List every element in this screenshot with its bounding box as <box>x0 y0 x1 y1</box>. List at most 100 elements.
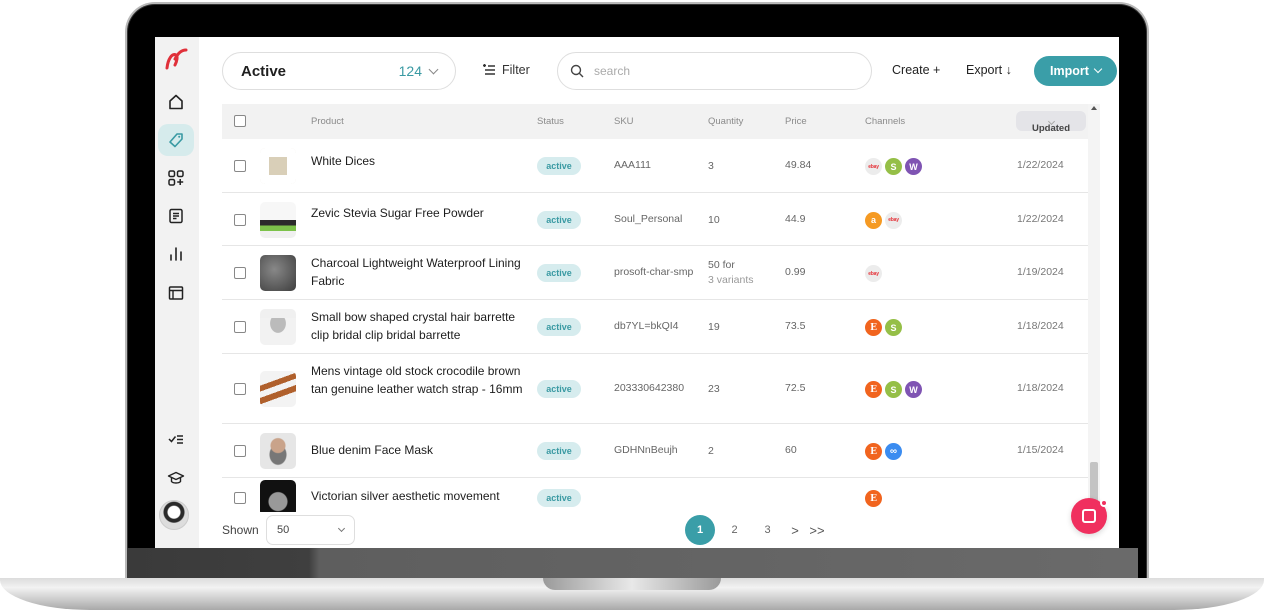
import-button[interactable]: Import <box>1034 56 1117 86</box>
column-header-sku[interactable]: SKU <box>614 116 634 127</box>
row-checkbox[interactable] <box>234 213 246 226</box>
product-name[interactable]: Mens vintage old stock crocodile brown t… <box>311 363 531 398</box>
status-badge: active <box>537 264 581 282</box>
page-2-button[interactable]: 2 <box>718 524 751 536</box>
brand-logo[interactable] <box>163 47 189 71</box>
chevron-down-icon <box>1093 64 1103 74</box>
table-row[interactable]: Small bow shaped crystal hair barrette c… <box>222 300 1088 354</box>
sidebar-item-products[interactable] <box>158 124 194 156</box>
row-checkbox[interactable] <box>234 445 246 457</box>
shopify-channel-icon[interactable]: S <box>885 381 902 398</box>
product-name[interactable]: Small bow shaped crystal hair barrette c… <box>311 309 531 344</box>
woocommerce-channel-icon[interactable]: W <box>905 381 922 398</box>
products-table: Product Status SKU Quantity Price Channe… <box>222 104 1088 512</box>
channel-list: E <box>865 490 882 507</box>
last-page-button[interactable]: >> <box>806 523 828 538</box>
sidebar-item-layout[interactable] <box>158 277 194 309</box>
shopify-channel-icon[interactable]: S <box>885 158 902 175</box>
shopify-channel-icon[interactable]: S <box>885 319 902 336</box>
product-thumbnail[interactable] <box>260 255 296 291</box>
etsy-channel-icon[interactable]: E <box>865 443 882 460</box>
create-button[interactable]: Create + <box>892 63 940 77</box>
quantity-value: 10 <box>708 213 720 228</box>
table-row[interactable]: Victorian silver aesthetic movement activ… <box>222 478 1088 512</box>
etsy-channel-icon[interactable]: E <box>865 490 882 507</box>
product-name[interactable]: Blue denim Face Mask <box>311 442 531 460</box>
row-checkbox[interactable] <box>234 160 246 172</box>
table-row[interactable]: Charcoal Lightweight Waterproof Lining F… <box>222 246 1088 300</box>
search-input[interactable] <box>594 64 859 78</box>
table-row[interactable]: Mens vintage old stock crocodile brown t… <box>222 354 1088 424</box>
sidebar-item-apps[interactable] <box>158 162 194 194</box>
page-3-button[interactable]: 3 <box>751 524 784 536</box>
create-label: Create + <box>892 63 941 77</box>
product-thumbnail[interactable] <box>260 480 296 512</box>
sku-value: db7YL=bkQI4 <box>614 320 679 332</box>
sidebar-item-learn[interactable] <box>158 462 194 494</box>
page-1-button[interactable]: 1 <box>685 515 715 545</box>
etsy-channel-icon[interactable]: E <box>865 381 882 398</box>
table-row[interactable]: White Dices active AAA111 3 49.84 ebay S W 1/22/… <box>222 139 1088 193</box>
search-box[interactable] <box>557 52 872 90</box>
quantity-main: 3 <box>708 160 714 172</box>
status-badge: active <box>537 380 581 398</box>
app-screen: Active 124 Filter Create + Export ↓ Impo… <box>155 37 1119 548</box>
select-all-checkbox[interactable] <box>234 115 246 127</box>
status-badge: active <box>537 157 581 175</box>
price-value: 0.99 <box>785 266 806 278</box>
price-value: 73.5 <box>785 320 806 332</box>
ebay-channel-icon[interactable]: ebay <box>885 211 902 229</box>
sidebar-item-analytics[interactable] <box>158 238 194 270</box>
column-header-updated-sort[interactable]: Updated <box>1016 111 1086 134</box>
table-row[interactable]: Zevic Stevia Sugar Free Powder active Soul… <box>222 193 1088 246</box>
import-label: Import <box>1050 64 1089 78</box>
product-name[interactable]: Zevic Stevia Sugar Free Powder <box>311 205 531 223</box>
woocommerce-channel-icon[interactable]: W <box>905 158 922 175</box>
home-icon <box>169 94 183 110</box>
product-name[interactable]: White Dices <box>311 153 531 171</box>
product-name[interactable]: Charcoal Lightweight Waterproof Lining F… <box>311 255 531 290</box>
chevron-down-icon <box>337 524 346 532</box>
row-checkbox[interactable] <box>234 267 246 279</box>
quantity-main: 19 <box>708 321 720 333</box>
column-header-status[interactable]: Status <box>537 116 564 127</box>
next-page-button[interactable]: > <box>784 523 806 538</box>
product-thumbnail[interactable] <box>260 309 296 345</box>
meta-channel-icon[interactable]: ∞ <box>885 443 902 460</box>
checklist-icon <box>168 435 183 444</box>
sidebar-item-tasks[interactable] <box>158 423 194 455</box>
channel-list: E ∞ <box>865 443 902 460</box>
table-row[interactable]: Blue denim Face Mask active GDHNnBeujh 2 60 E… <box>222 424 1088 478</box>
channel-list: ebay S W <box>865 158 922 175</box>
row-checkbox[interactable] <box>234 383 246 395</box>
chat-support-button[interactable] <box>1071 498 1108 534</box>
sidebar-item-orders[interactable] <box>158 200 194 232</box>
etsy-channel-icon[interactable]: E <box>865 319 882 336</box>
amazon-channel-icon[interactable]: a <box>865 211 882 229</box>
column-header-price[interactable]: Price <box>785 116 807 127</box>
ebay-channel-icon[interactable]: ebay <box>865 158 882 175</box>
sidebar-item-home[interactable] <box>158 86 194 118</box>
status-filter-select[interactable]: Active 124 <box>222 52 456 90</box>
table-scrollbar[interactable] <box>1088 104 1100 512</box>
user-avatar[interactable] <box>159 500 189 530</box>
page-size-select[interactable]: 50 <box>266 515 355 545</box>
quantity-value: 23 <box>708 382 720 397</box>
product-thumbnail[interactable] <box>260 201 296 238</box>
column-header-product[interactable]: Product <box>311 116 344 127</box>
quantity-variants: 3 variants <box>708 274 754 286</box>
product-thumbnail[interactable] <box>260 148 296 184</box>
laptop-chin <box>127 548 1138 578</box>
row-checkbox[interactable] <box>234 321 246 333</box>
product-name[interactable]: Victorian silver aesthetic movement <box>311 488 531 506</box>
row-checkbox[interactable] <box>234 492 246 504</box>
chat-icon <box>1082 509 1096 523</box>
column-header-channels[interactable]: Channels <box>865 116 905 127</box>
scroll-up-arrow-icon[interactable] <box>1091 106 1097 110</box>
export-button[interactable]: Export ↓ <box>966 63 1012 77</box>
column-header-quantity[interactable]: Quantity <box>708 116 743 127</box>
product-thumbnail[interactable] <box>260 433 296 469</box>
ebay-channel-icon[interactable]: ebay <box>865 265 882 282</box>
product-thumbnail[interactable] <box>260 371 296 407</box>
filter-button[interactable]: Filter <box>482 63 530 77</box>
